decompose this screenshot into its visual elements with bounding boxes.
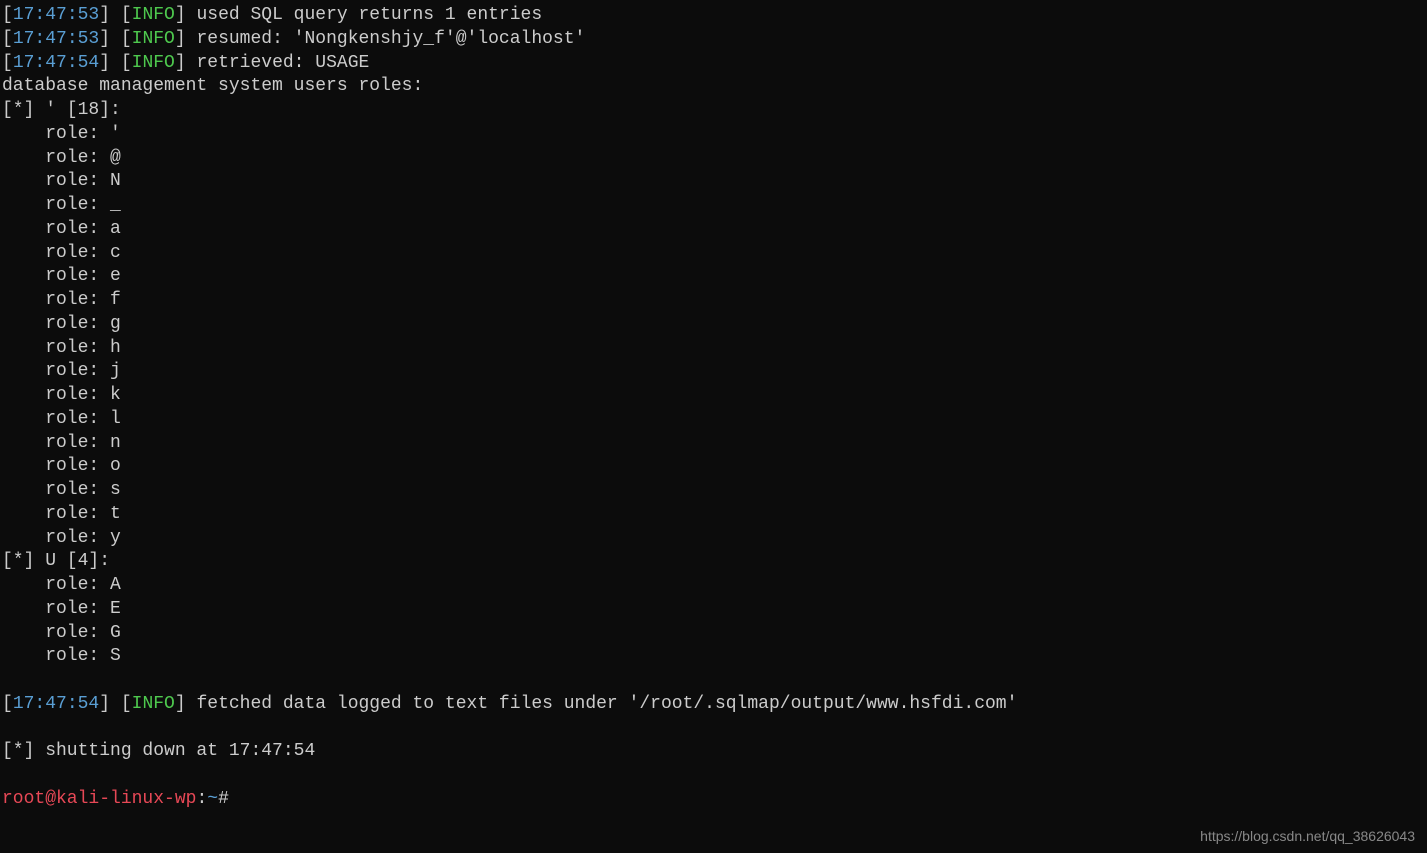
role-line: role: ' [2,123,1425,147]
log-message: retrieved: USAGE [196,53,369,73]
timestamp: 17:47:53 [13,29,99,49]
terminal-output[interactable]: [17:47:53] [INFO] used SQL query returns… [2,4,1425,812]
watermark-text: https://blog.csdn.net/qq_38626043 [1200,827,1415,845]
role-line: role: y [2,527,1425,551]
log-message: used SQL query returns 1 entries [196,5,542,25]
prompt-hash: # [218,789,240,809]
role-line: role: o [2,455,1425,479]
prompt-user: root@kali-linux-wp [2,789,196,809]
group-header: [*] ' [18]: [2,99,1425,123]
blank-line [2,764,1425,788]
role-line: role: N [2,170,1425,194]
roles-header: database management system users roles: [2,75,1425,99]
role-line: role: E [2,598,1425,622]
log-level: INFO [132,53,175,73]
timestamp: 17:47:53 [13,5,99,25]
blank-line [2,669,1425,693]
shutdown-line: [*] shutting down at 17:47:54 [2,740,1425,764]
role-line: role: j [2,360,1425,384]
timestamp: 17:47:54 [13,53,99,73]
log-message: fetched data logged to text files under … [196,694,1017,714]
log-line: [17:47:53] [INFO] used SQL query returns… [2,4,1425,28]
blank-line [2,717,1425,741]
role-line: role: t [2,503,1425,527]
role-line: role: g [2,313,1425,337]
log-level: INFO [132,29,175,49]
log-line: [17:47:54] [INFO] fetched data logged to… [2,693,1425,717]
role-line: role: _ [2,194,1425,218]
role-line: role: A [2,574,1425,598]
role-line: role: S [2,645,1425,669]
role-line: role: l [2,408,1425,432]
log-message: resumed: 'Nongkenshjy_f'@'localhost' [196,29,585,49]
prompt-line[interactable]: root@kali-linux-wp:~# [2,788,1425,812]
log-level: INFO [132,5,175,25]
role-line: role: c [2,242,1425,266]
role-line: role: @ [2,147,1425,171]
log-level: INFO [132,694,175,714]
log-line: [17:47:53] [INFO] resumed: 'Nongkenshjy_… [2,28,1425,52]
role-line: role: s [2,479,1425,503]
role-line: role: f [2,289,1425,313]
role-line: role: G [2,622,1425,646]
prompt-path: ~ [207,789,218,809]
role-line: role: e [2,265,1425,289]
role-line: role: k [2,384,1425,408]
log-line: [17:47:54] [INFO] retrieved: USAGE [2,52,1425,76]
role-line: role: n [2,432,1425,456]
role-line: role: a [2,218,1425,242]
timestamp: 17:47:54 [13,694,99,714]
role-line: role: h [2,337,1425,361]
group-header: [*] U [4]: [2,550,1425,574]
